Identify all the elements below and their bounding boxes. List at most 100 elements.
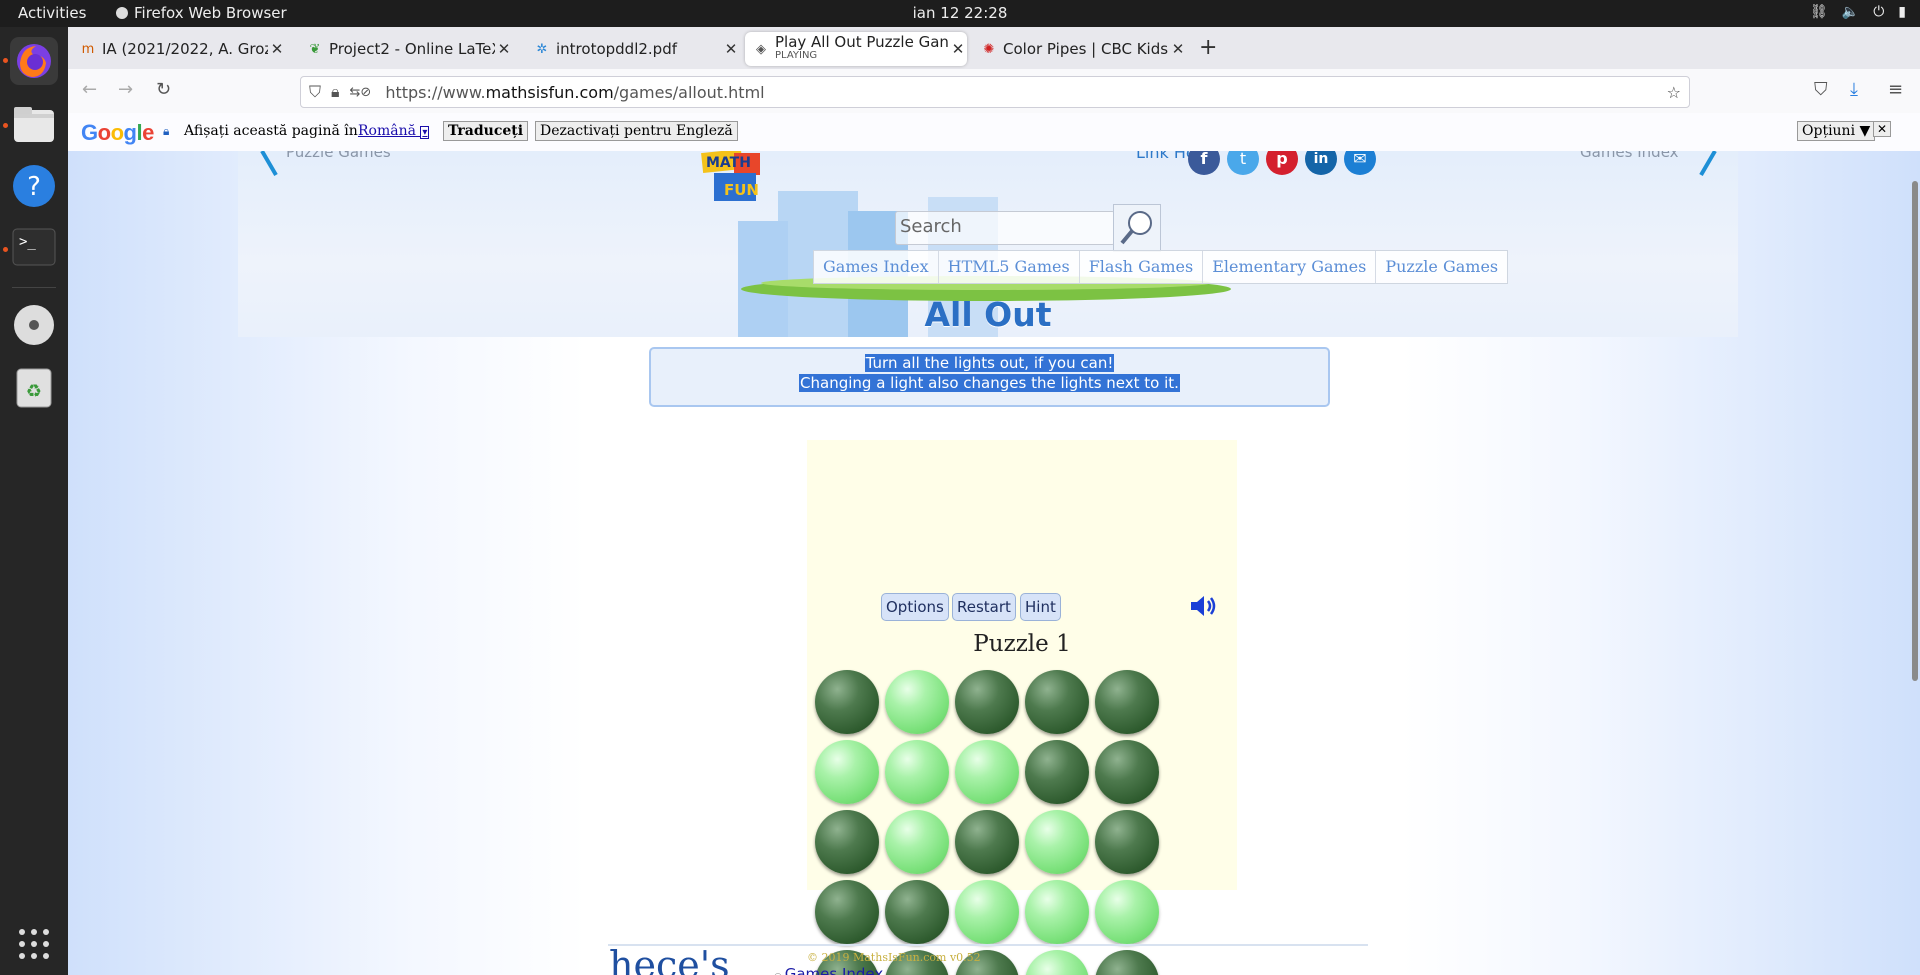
translate-prompt: Afișați această pagină în: [184, 123, 358, 139]
light-r2-c5[interactable]: [1095, 740, 1159, 804]
mathsisfun-favicon: m: [81, 41, 95, 57]
puzzle-label: Puzzle 1: [973, 631, 1071, 657]
lock-icon[interactable]: 🔒︎: [331, 82, 340, 102]
url-bar[interactable]: ⛉ 🔒︎ ⇆⊘ https://www.mathsisfun.com/games…: [300, 76, 1690, 108]
menu-icon[interactable]: ≡: [1888, 79, 1903, 100]
light-r5-c5[interactable]: [1095, 950, 1159, 975]
app-grid-icon[interactable]: [10, 920, 58, 968]
activities-button[interactable]: Activities: [18, 4, 86, 22]
close-tab-icon[interactable]: ✕: [949, 40, 967, 58]
instruction-line-2: Changing a light also changes the lights…: [799, 374, 1180, 392]
app-menu[interactable]: Firefox Web Browser: [116, 4, 287, 22]
light-r2-c4[interactable]: [1025, 740, 1089, 804]
clock[interactable]: ian 12 22:28: [0, 4, 1920, 22]
light-r1-c1[interactable]: [815, 670, 879, 734]
right-chevron-icon[interactable]: [1693, 151, 1723, 181]
light-r3-c2[interactable]: [885, 810, 949, 874]
url-text: https://www.mathsisfun.com/games/allout.…: [385, 82, 765, 102]
svg-text:?: ?: [27, 172, 41, 202]
light-r3-c4[interactable]: [1025, 810, 1089, 874]
light-r3-c3[interactable]: [955, 810, 1019, 874]
restart-button[interactable]: Restart: [952, 593, 1016, 621]
tab-title: Play All Out Puzzle Gan: [775, 35, 949, 51]
light-r1-c5[interactable]: [1095, 670, 1159, 734]
options-dropdown[interactable]: Opțiuni ▼: [1797, 121, 1876, 141]
page-scrollbar[interactable]: [1912, 181, 1918, 681]
svg-text:FUN: FUN: [724, 181, 759, 199]
language-select[interactable]: Română ▾: [358, 123, 430, 139]
light-r4-c2[interactable]: [885, 880, 949, 944]
light-r4-c4[interactable]: [1025, 880, 1089, 944]
reload-icon[interactable]: ↻: [156, 79, 171, 100]
prev-puzzle-games-link[interactable]: Puzzle Games: [286, 151, 391, 161]
light-r1-c3[interactable]: [955, 670, 1019, 734]
sound-icon[interactable]: [1189, 594, 1219, 618]
tab-cbc[interactable]: ✺ Color Pipes | CBC Kids ✕: [973, 32, 1187, 66]
left-chevron-icon[interactable]: [254, 151, 284, 181]
instructions-box: Turn all the lights out, if you can! Cha…: [649, 347, 1330, 407]
footer-logo: hece's: [609, 943, 730, 975]
pocket-icon[interactable]: ⛉: [1814, 79, 1828, 100]
next-games-index-link[interactable]: Games Index: [1580, 151, 1679, 161]
close-translate-button[interactable]: ✕: [1873, 121, 1892, 137]
search-button[interactable]: [1113, 204, 1161, 252]
nav-flash-games[interactable]: Flash Games: [1080, 251, 1204, 283]
tab-title: Color Pipes | CBC Kids: [1003, 40, 1169, 58]
twitter-icon[interactable]: t: [1227, 151, 1259, 175]
nav-games-index[interactable]: Games Index: [814, 251, 939, 283]
close-tab-icon[interactable]: ✕: [268, 40, 286, 58]
tab-pdf[interactable]: ✲ introtopddl2.pdf ✕: [526, 32, 740, 66]
translate-button[interactable]: Traduceți: [443, 121, 529, 141]
trash-icon[interactable]: ♻: [10, 363, 58, 411]
help-icon[interactable]: ?: [10, 162, 58, 210]
options-button[interactable]: Options: [881, 593, 949, 621]
linkedin-icon[interactable]: in: [1305, 151, 1337, 175]
back-icon[interactable]: ←: [82, 79, 97, 100]
terminal-icon[interactable]: >_: [10, 223, 58, 271]
page-title: All Out: [924, 295, 1052, 334]
permissions-icon[interactable]: ⇆⊘: [350, 85, 372, 100]
firefox-icon[interactable]: [10, 37, 58, 85]
navigation-toolbar: ← → ↻ ⛉ 🔒︎ ⇆⊘ https://www.mathsisfun.com…: [68, 69, 1920, 114]
system-top-bar: Activities Firefox Web Browser ian 12 22…: [0, 0, 1920, 27]
light-r4-c5[interactable]: [1095, 880, 1159, 944]
nav-puzzle-games[interactable]: Puzzle Games: [1376, 251, 1507, 283]
battery-icon: ▮: [1898, 4, 1906, 20]
light-r1-c4[interactable]: [1025, 670, 1089, 734]
disc-icon[interactable]: [10, 301, 58, 349]
google-logo: Google: [81, 120, 154, 145]
close-tab-icon[interactable]: ✕: [1169, 40, 1187, 58]
close-tab-icon[interactable]: ✕: [495, 40, 513, 58]
light-r5-c4[interactable]: [1025, 950, 1089, 975]
tab-overleaf[interactable]: ❦ Project2 - Online LaTeX ✕: [299, 32, 513, 66]
tab-all-out[interactable]: ◈ Play All Out Puzzle Gan PLAYING ✕: [745, 32, 967, 66]
nav-html5-games[interactable]: HTML5 Games: [939, 251, 1080, 283]
light-r3-c5[interactable]: [1095, 810, 1159, 874]
tab-ia[interactable]: m IA (2021/2022, A. Groz ✕: [72, 32, 286, 66]
light-r4-c1[interactable]: [815, 880, 879, 944]
search-input[interactable]: Search: [895, 211, 1115, 245]
system-tray[interactable]: ⛓ 🔈 ⏻ ▮: [1810, 4, 1906, 20]
pinterest-icon[interactable]: p: [1266, 151, 1298, 175]
footer-link[interactable]: ○ Games Index: [774, 965, 883, 975]
downloads-icon[interactable]: ⤓: [1850, 79, 1858, 100]
shield-icon[interactable]: ⛉: [309, 82, 321, 102]
light-r4-c3[interactable]: [955, 880, 1019, 944]
email-icon[interactable]: ✉: [1344, 151, 1376, 175]
light-r2-c3[interactable]: [955, 740, 1019, 804]
hint-button[interactable]: Hint: [1020, 593, 1061, 621]
facebook-icon[interactable]: f: [1188, 151, 1220, 175]
firefox-small-icon: [116, 7, 128, 19]
new-tab-button[interactable]: +: [1199, 35, 1217, 60]
mathsisfun-logo[interactable]: MATH FUN: [698, 151, 798, 205]
close-tab-icon[interactable]: ✕: [722, 40, 740, 58]
forward-icon[interactable]: →: [118, 79, 133, 100]
light-r2-c2[interactable]: [885, 740, 949, 804]
light-r2-c1[interactable]: [815, 740, 879, 804]
bookmark-star-icon[interactable]: ☆: [1667, 83, 1681, 102]
disable-translate-button[interactable]: Dezactivați pentru Engleză: [535, 121, 738, 141]
nav-elementary-games[interactable]: Elementary Games: [1203, 251, 1377, 283]
files-icon[interactable]: [10, 101, 58, 149]
light-r1-c2[interactable]: [885, 670, 949, 734]
light-r3-c1[interactable]: [815, 810, 879, 874]
